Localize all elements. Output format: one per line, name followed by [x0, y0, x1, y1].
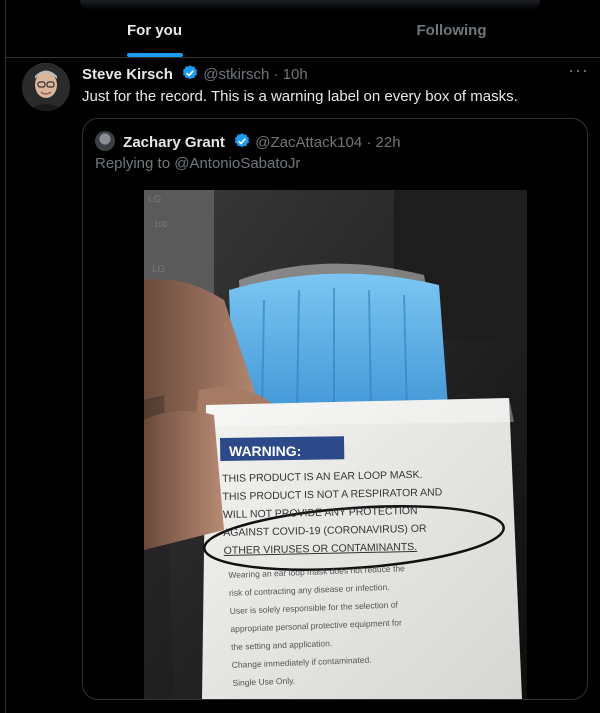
timeline-tabs: For you Following [6, 0, 600, 58]
verified-badge-icon [181, 64, 199, 86]
avatar[interactable] [22, 63, 70, 111]
quoted-author-name[interactable]: Zachary Grant [123, 134, 225, 151]
tab-for-you-label: For you [127, 22, 182, 39]
verified-badge-icon [233, 132, 251, 154]
active-tab-indicator [126, 53, 183, 57]
separator-dot: · [366, 134, 372, 151]
tweet-text: Just for the record. This is a warning l… [82, 88, 518, 105]
box-mark-100: 100 [154, 220, 168, 229]
replying-to: Replying to @AntonioSabatoJr [95, 155, 300, 172]
warning-fine-print: Wearing an ear loop mask does not reduce… [228, 555, 518, 692]
replying-to-handle[interactable]: @AntonioSabatoJr [174, 155, 300, 172]
warning-main-block: THIS PRODUCT IS AN EAR LOOP MASK. THIS P… [222, 464, 519, 560]
author-handle[interactable]: @stkirsch [203, 66, 269, 83]
tab-following-label: Following [416, 22, 487, 39]
tab-following[interactable]: Following [303, 0, 600, 57]
box-mark-lg: LG [148, 194, 162, 205]
quoted-avatar[interactable] [95, 131, 115, 151]
tab-for-you[interactable]: For you [6, 0, 303, 57]
more-options-icon[interactable]: ··· [568, 60, 589, 81]
author-name[interactable]: Steve Kirsch [82, 66, 173, 83]
tweet-header: Steve Kirsch @stkirsch · 10h [82, 64, 308, 86]
separator-dot: · [273, 66, 279, 83]
tweet-time[interactable]: 10h [283, 66, 308, 83]
replying-to-prefix: Replying to [95, 155, 171, 172]
warning-header: WARNING: [229, 443, 302, 459]
quoted-author-handle[interactable]: @ZacAttack104 [255, 134, 362, 151]
quoted-tweet[interactable]: Zachary Grant @ZacAttack104 · 22h Replyi… [82, 118, 588, 700]
quoted-tweet-time[interactable]: 22h [376, 134, 401, 151]
box-mark-lg-2: LG [152, 264, 166, 275]
quoted-tweet-header: Zachary Grant @ZacAttack104 · 22h [95, 131, 401, 154]
tweet-photo[interactable]: LG 100 LG WARNING: THIS PRODUCT IS AN EA… [144, 190, 527, 699]
column-border [5, 0, 6, 713]
